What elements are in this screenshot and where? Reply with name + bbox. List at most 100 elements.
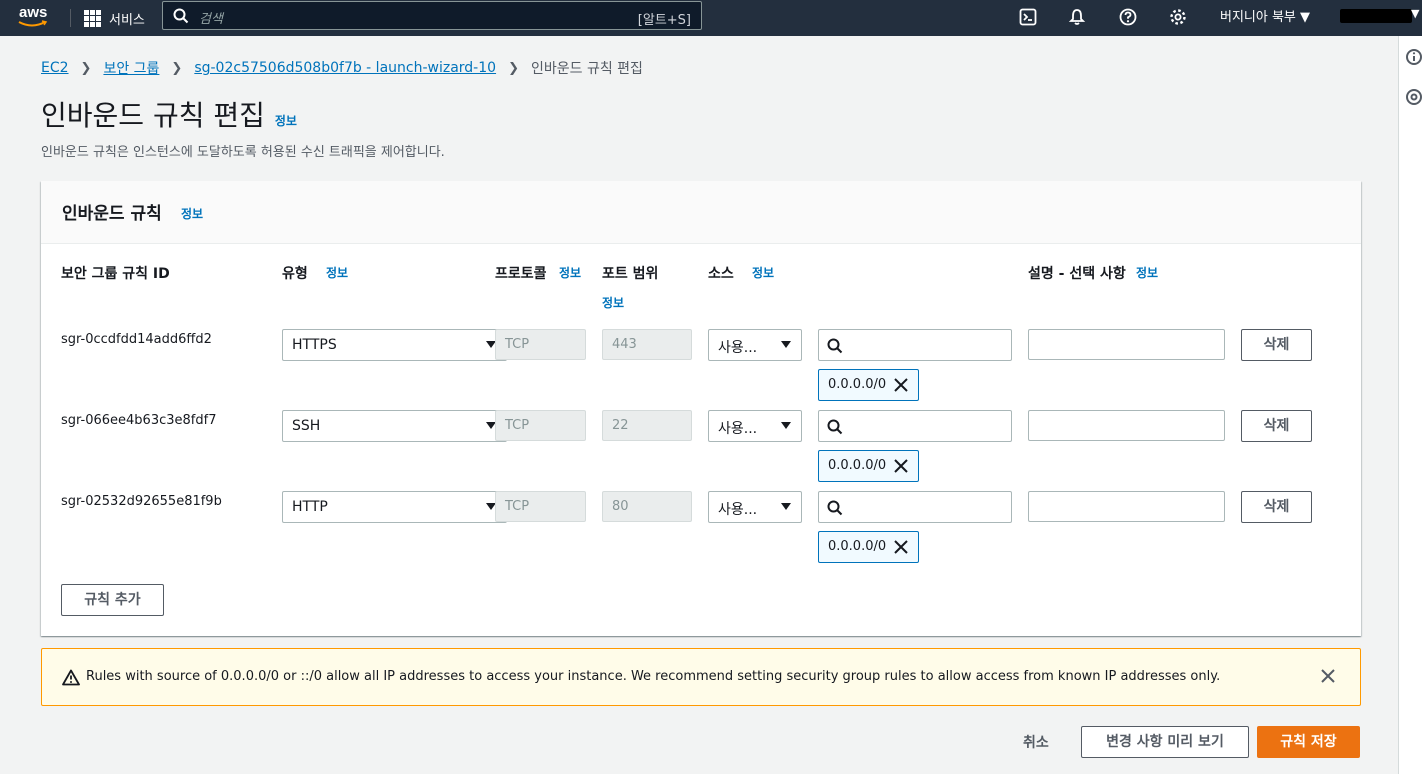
protocol-info-link[interactable]: 정보: [559, 264, 581, 281]
type-value: HTTPS: [292, 337, 337, 353]
protocol-field: TCP: [495, 410, 586, 441]
services-menu[interactable]: 서비스: [84, 6, 145, 30]
grid-icon: [84, 9, 101, 27]
close-icon[interactable]: [1321, 669, 1335, 683]
page-info-link[interactable]: 정보: [275, 112, 297, 129]
type-value: HTTP: [292, 499, 328, 515]
source-search-input[interactable]: [818, 491, 1012, 523]
search-icon: [827, 419, 843, 435]
preview-changes-button[interactable]: 변경 사항 미리 보기: [1081, 726, 1249, 758]
port-range-field: 80: [602, 491, 692, 522]
description-input[interactable]: [1028, 491, 1225, 522]
breadcrumb-ec2[interactable]: EC2: [41, 60, 69, 76]
description-info-link[interactable]: 정보: [1136, 264, 1158, 281]
help-icon[interactable]: [1117, 6, 1139, 28]
page-title: 인바운드 규칙 편집: [41, 99, 265, 132]
search-input[interactable]: 검색 [알트+S]: [162, 1, 702, 30]
aws-logo-text: aws: [19, 4, 48, 21]
column-description: 설명 - 선택 사항: [1028, 266, 1126, 282]
breadcrumb-current: 인바운드 규칙 편집: [530, 61, 643, 77]
aws-logo[interactable]: aws: [18, 4, 54, 32]
source-type-value: 사용...: [718, 340, 758, 356]
source-search-input[interactable]: [818, 410, 1012, 442]
column-protocol: 프로토콜: [495, 266, 547, 282]
container-info-link[interactable]: 정보: [181, 205, 203, 222]
container-title: 인바운드 규칙: [62, 204, 162, 224]
warning-text: Rules with source of 0.0.0.0/0 or ::/0 a…: [86, 669, 1221, 684]
type-select[interactable]: SSH: [282, 410, 507, 442]
type-value: SSH: [292, 418, 321, 434]
caret-down-icon: [781, 422, 791, 429]
account-menu-redacted[interactable]: [1340, 9, 1412, 23]
description-input[interactable]: [1028, 329, 1225, 360]
cancel-button[interactable]: 취소: [1023, 732, 1049, 752]
source-cidr-token: 0.0.0.0/0: [818, 369, 919, 401]
close-icon[interactable]: [894, 378, 908, 392]
info-panel-icon[interactable]: [1405, 48, 1422, 66]
breadcrumb-security-group[interactable]: sg-02c57506d508b0f7b - launch-wizard-10: [194, 60, 496, 76]
port-range-field: 443: [602, 329, 692, 360]
search-icon: [827, 500, 843, 516]
caret-down-icon: [781, 341, 791, 348]
delete-button[interactable]: 삭제: [1241, 410, 1312, 442]
breadcrumb: EC2 ❯ 보안 그룹 ❯ sg-02c57506d508b0f7b - lau…: [41, 58, 643, 78]
close-icon[interactable]: [894, 540, 908, 554]
container-header: 인바운드 규칙 정보: [41, 181, 1361, 244]
protocol-field: TCP: [495, 491, 586, 522]
port-range-info-link[interactable]: 정보: [602, 294, 624, 311]
cidr-value: 0.0.0.0/0: [828, 377, 887, 392]
source-info-link[interactable]: 정보: [752, 264, 774, 281]
page-header: 인바운드 규칙 편집 정보: [41, 94, 297, 134]
source-type-value: 사용...: [718, 421, 758, 437]
source-cidr-token: 0.0.0.0/0: [818, 531, 919, 563]
column-rule-id: 보안 그룹 규칙 ID: [61, 266, 170, 282]
source-type-select[interactable]: 사용...: [708, 410, 802, 442]
column-type: 유형: [282, 266, 308, 282]
chevron-right-icon: ❯: [80, 60, 92, 76]
source-type-select[interactable]: 사용...: [708, 329, 802, 361]
rule-id: sgr-02532d92655e81f9b: [61, 494, 222, 509]
description-input[interactable]: [1028, 410, 1225, 441]
type-select[interactable]: HTTP: [282, 491, 507, 523]
services-label: 서비스: [109, 12, 145, 28]
search-icon: [173, 8, 189, 24]
inbound-rules-container: 인바운드 규칙 정보 보안 그룹 규칙 ID 유형 정보 프로토콜 정보 포트 …: [41, 181, 1361, 636]
delete-button[interactable]: 삭제: [1241, 491, 1312, 523]
add-rule-button[interactable]: 규칙 추가: [61, 584, 164, 616]
search-shortcut: [알트+S]: [637, 13, 691, 28]
type-info-link[interactable]: 정보: [326, 264, 348, 281]
bell-icon[interactable]: [1066, 6, 1088, 28]
protocol-field: TCP: [495, 329, 586, 360]
chevron-right-icon: ❯: [508, 60, 519, 76]
chevron-right-icon: ❯: [171, 60, 183, 76]
breadcrumb-security-groups[interactable]: 보안 그룹: [103, 58, 159, 78]
account-caret-icon[interactable]: ▼: [1411, 7, 1419, 20]
column-source: 소스: [708, 266, 734, 282]
caret-down-icon: [781, 503, 791, 510]
page-description: 인바운드 규칙은 인스턴스에 도달하도록 허용된 수신 트래픽을 제어합니다.: [41, 145, 445, 160]
close-icon[interactable]: [894, 459, 908, 473]
cidr-value: 0.0.0.0/0: [828, 539, 887, 554]
region-selector[interactable]: 버지니아 북부 ▼: [1220, 6, 1310, 25]
rule-id: sgr-0ccdfdd14add6ffd2: [61, 332, 212, 347]
type-select[interactable]: HTTPS: [282, 329, 507, 361]
column-port-range: 포트 범위: [602, 266, 659, 282]
save-rules-button[interactable]: 규칙 저장: [1257, 726, 1360, 758]
search-icon: [827, 338, 843, 354]
rule-id: sgr-066ee4b63c3e8fdf7: [61, 413, 217, 428]
nav-divider: [70, 9, 71, 27]
source-type-select[interactable]: 사용...: [708, 491, 802, 523]
top-navigation: aws 서비스 검색 [알트+S] 버지니아 북부 ▼ ▼: [0, 0, 1422, 36]
source-search-input[interactable]: [818, 329, 1012, 361]
cloudshell-icon[interactable]: [1017, 6, 1039, 28]
warning-alert: Rules with source of 0.0.0.0/0 or ::/0 a…: [41, 648, 1361, 706]
warning-icon: [62, 669, 80, 686]
port-range-field: 22: [602, 410, 692, 441]
right-tools-rail: [1398, 36, 1422, 774]
cidr-value: 0.0.0.0/0: [828, 458, 887, 473]
search-placeholder: 검색: [199, 12, 223, 27]
source-type-value: 사용...: [718, 502, 758, 518]
help-panel-icon[interactable]: [1405, 88, 1422, 106]
delete-button[interactable]: 삭제: [1241, 329, 1312, 361]
settings-icon[interactable]: [1167, 6, 1189, 28]
